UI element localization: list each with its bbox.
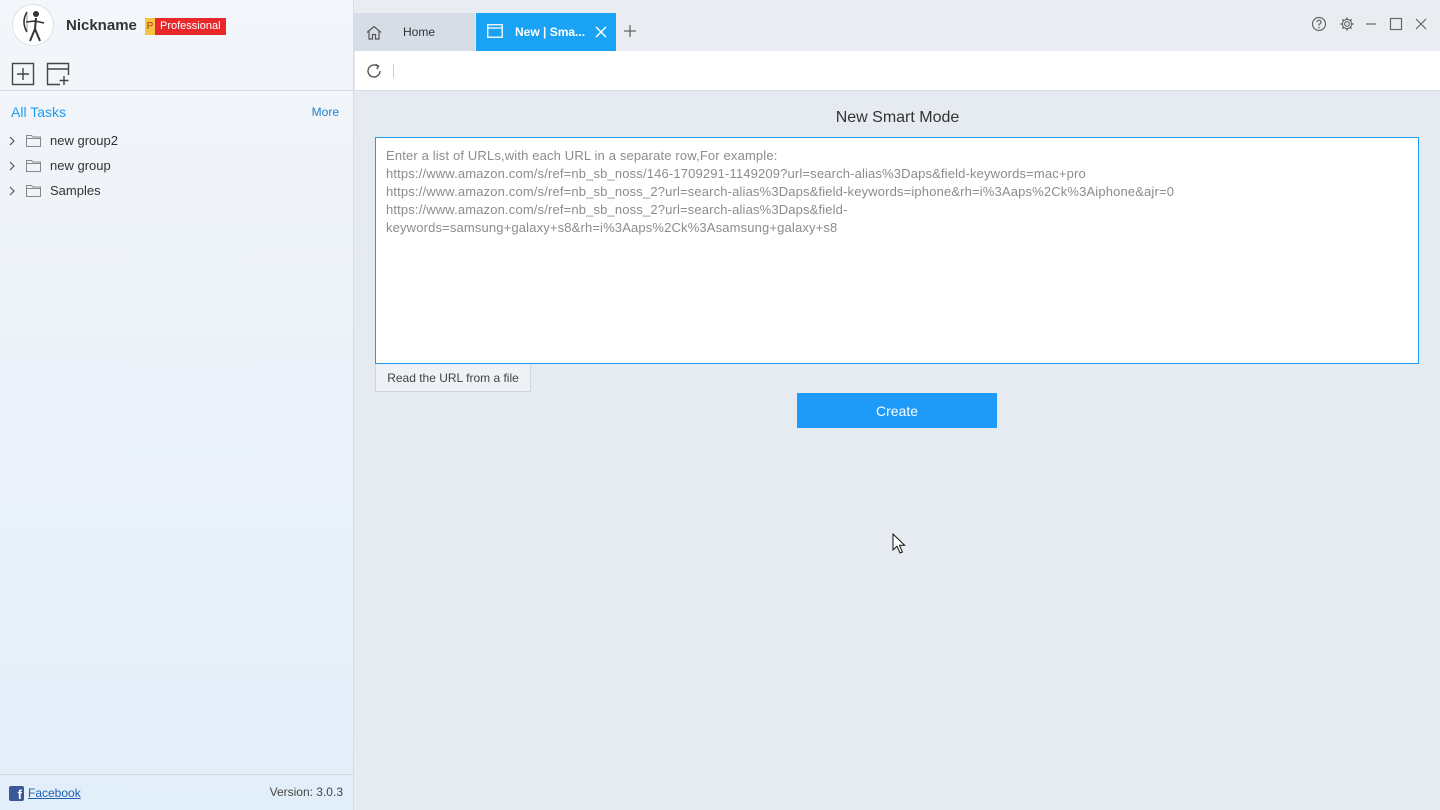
address-bar bbox=[355, 51, 1440, 91]
facebook-icon[interactable]: f bbox=[9, 786, 24, 802]
user-nickname: Nickname bbox=[66, 17, 137, 34]
url-list-input[interactable] bbox=[375, 137, 1419, 364]
chevron-right-icon[interactable] bbox=[8, 186, 16, 196]
new-task-button[interactable] bbox=[11, 62, 35, 86]
tab-bar: Home New | Sma... bbox=[354, 0, 1440, 51]
tree-item-new-group2[interactable]: new group2 bbox=[0, 128, 353, 153]
tree-item-label: Samples bbox=[50, 183, 101, 198]
window-icon bbox=[487, 24, 503, 38]
version-label: Version: 3.0.3 bbox=[269, 785, 343, 799]
profile-header: Nickname P Professional bbox=[0, 0, 354, 52]
create-button[interactable]: Create bbox=[797, 393, 997, 428]
chevron-right-icon[interactable] bbox=[8, 161, 16, 171]
tree-item-label: new group2 bbox=[50, 133, 118, 148]
add-tab-icon[interactable] bbox=[622, 23, 638, 39]
facebook-link[interactable]: Facebook bbox=[28, 786, 81, 800]
tree-item-samples[interactable]: Samples bbox=[0, 178, 353, 203]
plan-badge: P Professional bbox=[145, 18, 226, 35]
maximize-icon[interactable] bbox=[1388, 16, 1404, 32]
all-tasks-title[interactable]: All Tasks bbox=[11, 104, 66, 120]
home-icon bbox=[366, 25, 382, 40]
address-separator bbox=[393, 64, 394, 78]
main-panel: New Smart Mode Read the URL from a file … bbox=[355, 91, 1440, 810]
tree-item-label: new group bbox=[50, 158, 111, 173]
gear-icon[interactable] bbox=[1339, 16, 1355, 32]
tab-label: Home bbox=[403, 25, 436, 39]
page-title: New Smart Mode bbox=[835, 109, 960, 126]
badge-letter: P bbox=[145, 18, 155, 35]
add-panel-icon bbox=[46, 62, 70, 86]
minimize-icon[interactable] bbox=[1363, 16, 1379, 32]
folder-icon bbox=[26, 135, 41, 147]
plus-box-icon bbox=[11, 62, 35, 86]
close-window-icon[interactable] bbox=[1413, 16, 1429, 32]
folder-icon bbox=[26, 185, 41, 197]
sidebar-toolbar bbox=[0, 52, 353, 91]
new-group-button[interactable] bbox=[46, 62, 70, 86]
folder-icon bbox=[26, 160, 41, 172]
tab-home[interactable]: Home bbox=[354, 13, 475, 51]
archer-logo-icon bbox=[23, 11, 45, 42]
tree-item-new-group[interactable]: new group bbox=[0, 153, 353, 178]
tab-label: New | Sma... bbox=[515, 25, 586, 39]
mouse-cursor-icon bbox=[892, 533, 906, 554]
refresh-icon[interactable] bbox=[365, 62, 383, 80]
more-link[interactable]: More bbox=[312, 105, 339, 119]
badge-label: Professional bbox=[155, 18, 226, 35]
close-icon[interactable] bbox=[594, 25, 608, 39]
sidebar-footer: f Facebook Version: 3.0.3 bbox=[0, 774, 353, 810]
read-url-file-button[interactable]: Read the URL from a file bbox=[375, 364, 531, 392]
task-tree: new group2 new group Samples bbox=[0, 128, 353, 203]
tab-new-smart-mode[interactable]: New | Sma... bbox=[476, 13, 616, 51]
avatar[interactable] bbox=[12, 4, 54, 46]
sidebar: Nickname P Professional All Tasks More n… bbox=[0, 0, 354, 810]
chevron-right-icon[interactable] bbox=[8, 136, 16, 146]
help-icon[interactable] bbox=[1311, 16, 1327, 32]
app-window: Nickname P Professional All Tasks More n… bbox=[0, 0, 1440, 810]
